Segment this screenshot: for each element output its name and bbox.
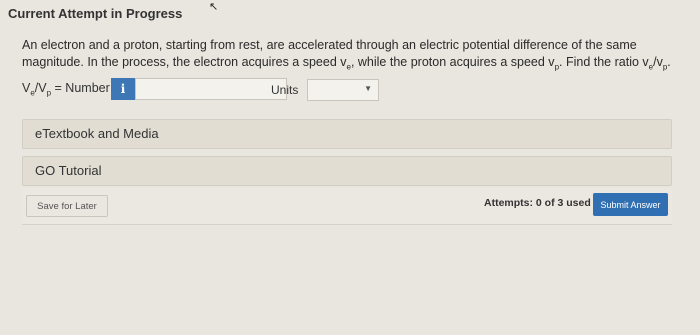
etextbook-media-label: eTextbook and Media (35, 126, 159, 141)
label-part: = Number (51, 81, 110, 95)
label-part: /V (34, 81, 47, 95)
page-title: Current Attempt in Progress (8, 6, 183, 21)
chevron-down-icon: ▼ (364, 84, 372, 93)
question-part: . (667, 55, 671, 69)
units-dropdown[interactable]: ▼ (307, 79, 379, 101)
go-tutorial-panel[interactable]: GO Tutorial (22, 156, 672, 186)
info-icon[interactable]: i (111, 78, 135, 100)
mouse-cursor-icon: ↖ (209, 1, 219, 13)
submit-answer-button[interactable]: Submit Answer (593, 193, 668, 216)
etextbook-media-panel[interactable]: eTextbook and Media (22, 119, 672, 149)
answer-row: Ve/Vp = Number i Units ▼ (22, 78, 662, 104)
go-tutorial-label: GO Tutorial (35, 163, 102, 178)
save-for-later-button[interactable]: Save for Later (26, 195, 108, 217)
question-text: An electron and a proton, starting from … (22, 37, 682, 76)
question-part: /v (653, 55, 663, 69)
question-part: . Find the ratio v (559, 55, 649, 69)
attempts-counter: Attempts: 0 of 3 used (484, 197, 591, 209)
question-part: , while the proton acquires a speed v (350, 55, 555, 69)
number-input[interactable] (135, 78, 287, 100)
answer-variable-label: Ve/Vp = Number (22, 81, 110, 98)
footer-bar: Save for Later Attempts: 0 of 3 used Sub… (22, 188, 672, 225)
units-label: Units (271, 83, 299, 97)
